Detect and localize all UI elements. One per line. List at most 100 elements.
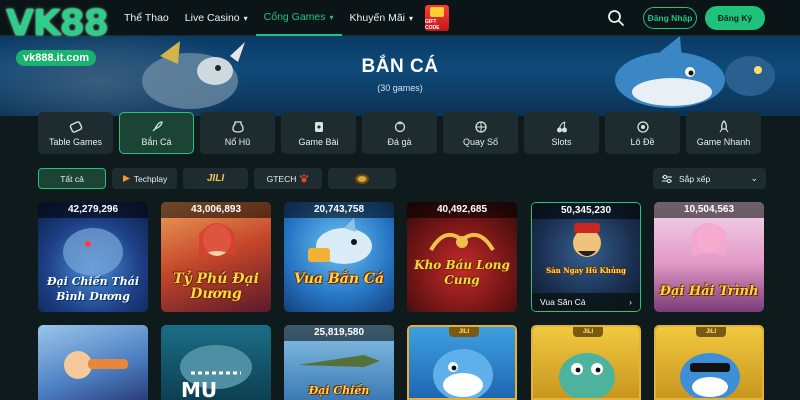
game-card[interactable]: JILI [407,325,517,400]
tab-da-ga[interactable]: Đá gà [362,112,437,154]
game-card[interactable]: 43,006,893 Tỷ Phú Đại Dương [161,202,271,312]
featured-caption: Vua Săn Cá › [532,293,640,311]
jackpot-amount: 43,006,893 [161,202,271,218]
tab-no-hu[interactable]: Nổ Hũ [200,112,275,154]
game-card[interactable]: JILI [654,325,764,400]
game-artwork [692,223,726,256]
tab-label: Game Bài [298,136,339,147]
game-card[interactable]: 40,492,685 Kho Báu Long Cung [407,202,517,312]
provider-other[interactable] [328,168,396,189]
game-title: Săn Ngay Hũ Khủng [546,266,626,275]
game-title: Đại Chiến Thái Bình Dương [47,275,139,303]
jackpot-amount: 50,345,230 [532,203,640,219]
rocket-up-icon [719,119,728,132]
provider-label: Techplay [133,173,168,184]
game-artwork [63,228,123,276]
god-of-wealth-artwork [573,223,601,257]
logo-domain: vk888.it.com [16,50,97,66]
game-artwork [308,218,372,264]
jackpot-amount: 25,819,580 [284,325,394,341]
game-artwork: MU [180,345,252,399]
tab-table-games[interactable]: Table Games [38,112,113,154]
game-card[interactable]: 10,504,563 Đại Hải Trình [654,202,764,312]
jar-icon [231,120,244,133]
game-card-featured[interactable]: 50,345,230 Săn Ngay Hũ Khủng Vua Săn Cá … [531,202,641,312]
game-card[interactable]: MU [161,325,271,400]
gift-code-button[interactable]: GIFT CODE [425,5,450,31]
game-card[interactable]: 25,819,580 Đại Chiến [284,325,394,400]
tab-label: Quay Số [462,136,499,147]
tab-label: Game Nhanh [696,136,751,147]
game-title: Đại Chiến [308,384,370,397]
rooster-icon [394,120,405,132]
tab-label: Table Games [48,136,103,147]
cards-icon [314,121,323,132]
nav-label: Cổng Games [263,11,326,23]
game-artwork [199,223,235,256]
ticket-icon [69,120,82,133]
cherry-icon [556,121,567,132]
provider-label: Tất cả [60,173,84,184]
chevron-down-icon: ▾ [243,13,248,23]
provider-filter: Tất cả Techplay JILI GTECH [38,168,396,190]
game-title: Kho Báu Long Cung [414,258,510,287]
ball-icon [636,120,649,133]
techplay-logo-icon [122,175,130,182]
login-button[interactable]: Đăng Nhập [643,7,697,29]
jackpot-amount: 42,279,296 [38,202,148,218]
category-tabs: Table Games Bắn Cá Nổ Hũ Game Bài Đá gà … [38,112,766,156]
jackpot-amount: 10,504,563 [654,202,764,218]
game-card[interactable]: 42,279,296 Đại Chiến Thái Bình Dương [38,202,148,312]
tab-label: Nổ Hũ [224,136,251,147]
jackpot-amount: 20,743,758 [284,202,394,218]
chevron-down-icon: ▾ [409,13,414,23]
tab-game-nhanh[interactable]: Game Nhanh [686,112,761,154]
nav-item-khuyen-mai[interactable]: Khuyến Mãi ▾ [342,0,421,36]
provider-jili[interactable]: JILI [183,168,248,189]
jackpot-amount: 40,492,685 [407,202,517,218]
nav-label: Live Casino [184,12,240,24]
tab-ban-ca[interactable]: Bắn Cá [119,112,194,154]
site-logo[interactable]: VK88 vk888.it.com [6,4,132,68]
provider-tag: JILI [696,327,726,337]
provider-crest-icon [355,173,369,184]
game-artwork [298,355,380,367]
chevron-down-icon: ▾ [329,12,334,22]
tab-game-bai[interactable]: Game Bài [281,112,356,154]
game-artwork [64,351,128,379]
game-title: Tỷ Phú Đại Dương [173,271,259,302]
tab-label: Bắn Cá [141,136,172,147]
nav-item-cong-games[interactable]: Cổng Games ▾ [255,0,342,36]
provider-techplay[interactable]: Techplay [112,168,177,189]
game-title: Đại Hải Trình [659,284,759,299]
game-artwork [429,232,495,252]
provider-gtech[interactable]: GTECH [254,168,322,189]
nav-label: Khuyến Mãi [349,12,405,24]
chevron-right-icon: › [629,297,632,307]
register-button[interactable]: Đăng Ký [705,6,765,30]
tab-quay-so[interactable]: Quay Số [443,112,518,154]
nav-item-live-casino[interactable]: Live Casino ▾ [177,0,256,36]
shark-sunglasses-artwork [680,353,740,398]
game-count: (30 games) [377,83,423,93]
dragon-artwork [559,353,615,398]
search-icon[interactable] [606,8,626,28]
logo-wordmark: VK88 [6,3,109,44]
provider-tag: JILI [573,327,603,337]
tab-label: Lô Đề [630,136,655,147]
main-nav: Thể Thao Live Casino ▾ Cổng Games ▾ Khuy… [116,0,450,36]
game-title: Vua Bắn Cá [293,271,385,287]
provider-all[interactable]: Tất cả [38,168,106,189]
svg-text:MU: MU [181,378,217,399]
provider-label: GTECH [266,173,297,184]
provider-label: JILI [206,173,225,184]
tab-lo-de[interactable]: Lô Đề [605,112,680,154]
chevron-down-icon: ⌄ [750,173,758,183]
game-card[interactable]: 20,743,758 Vua Bắn Cá [284,202,394,312]
game-card[interactable] [38,325,148,400]
tab-slots[interactable]: Slots [524,112,599,154]
game-card[interactable]: JILI [531,325,641,400]
filter-sliders-icon [662,174,672,183]
paw-icon [300,174,309,183]
sort-dropdown[interactable]: Sắp xếp ⌄ [653,168,766,189]
